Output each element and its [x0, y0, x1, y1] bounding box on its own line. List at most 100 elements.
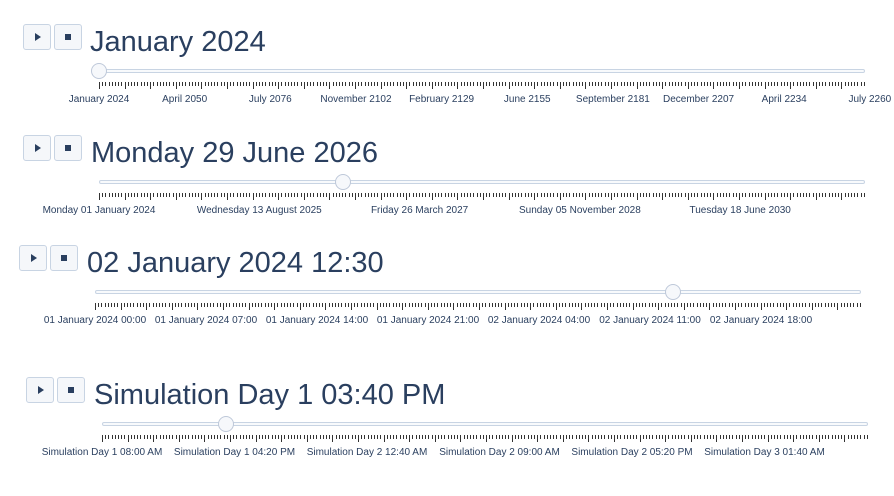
slider-tick	[617, 435, 619, 439]
slider-tick	[185, 82, 187, 86]
slider-tick	[655, 82, 657, 86]
slider-tick	[594, 303, 596, 307]
slider-tick	[697, 193, 699, 197]
slider-tick	[540, 435, 542, 439]
slider-tick	[808, 303, 810, 307]
slider-handle[interactable]	[665, 284, 682, 300]
slider-tick	[409, 193, 411, 197]
slider-tick	[806, 193, 808, 197]
slider-tick	[731, 303, 733, 307]
slider-tick	[172, 82, 174, 86]
slider-handle[interactable]	[91, 63, 107, 79]
slider-tick	[393, 193, 395, 197]
slider-tick	[559, 193, 561, 200]
slider-tick	[581, 303, 583, 310]
slider-rail[interactable]	[99, 69, 865, 73]
slider-tick	[796, 435, 798, 439]
slider-tick	[450, 303, 452, 307]
slider-tick	[694, 193, 696, 197]
slider-tick	[147, 193, 148, 197]
slider-tick	[470, 435, 471, 439]
slider-tick	[675, 193, 676, 197]
slider-tick	[143, 193, 145, 197]
slider-tick	[447, 193, 449, 197]
slider-tick	[626, 435, 628, 439]
slider-tick	[815, 82, 817, 89]
slider-rail[interactable]	[95, 290, 861, 294]
slider-tick	[485, 303, 487, 307]
slider-tick	[831, 193, 833, 197]
slider-tick	[438, 82, 440, 86]
slider-tick	[457, 435, 459, 439]
slider-tick	[719, 193, 721, 197]
play-button[interactable]	[23, 24, 51, 50]
slider-tick	[604, 435, 606, 439]
slider-tick	[716, 435, 718, 442]
slider-tick	[844, 435, 846, 442]
slider-tick	[262, 193, 264, 197]
slider-tick	[268, 435, 270, 439]
slider-rail[interactable]	[99, 180, 865, 184]
slider-tick	[748, 193, 750, 197]
play-button[interactable]	[23, 135, 51, 161]
slider-tick	[837, 303, 839, 310]
slider-tick	[303, 82, 305, 89]
slider-tick	[207, 82, 209, 86]
slider-tick	[475, 303, 477, 307]
play-button[interactable]	[19, 245, 47, 271]
slider-tick	[207, 435, 209, 439]
slider-tick	[690, 303, 692, 307]
slider-tick	[361, 435, 363, 439]
slider-tick	[652, 435, 654, 439]
slider-tick	[613, 303, 615, 307]
slider-tick	[316, 82, 318, 86]
slider-tick	[748, 82, 750, 86]
stop-button[interactable]	[54, 24, 82, 50]
slider-rail[interactable]	[102, 422, 868, 426]
tick-label: Sunday 05 November 2028	[519, 205, 641, 216]
slider-tick	[841, 435, 843, 439]
slider-tick	[639, 435, 641, 442]
slider-tick	[745, 193, 747, 197]
slider-tick	[309, 303, 311, 307]
slider-tick	[351, 193, 353, 197]
slider-tick	[851, 82, 852, 86]
slider-tick	[550, 82, 552, 86]
stop-button[interactable]	[57, 377, 85, 403]
slider-tick	[584, 303, 586, 307]
slider-tick	[633, 193, 635, 197]
slider-tick	[533, 303, 535, 307]
play-button[interactable]	[26, 377, 54, 403]
slider-tick	[182, 435, 183, 439]
slider-tick	[790, 82, 792, 89]
slider-handle[interactable]	[218, 416, 235, 432]
slider-tick	[517, 303, 519, 307]
slider-tick	[783, 82, 785, 86]
slider-tick	[683, 303, 685, 310]
slider-tick	[447, 82, 449, 86]
slider-tick	[451, 82, 452, 86]
slider-tick	[450, 435, 452, 439]
slider-tick	[543, 193, 545, 197]
slider-tick	[137, 82, 139, 86]
slider-tick	[118, 193, 120, 197]
slider-tick	[684, 193, 686, 197]
stop-button[interactable]	[54, 135, 82, 161]
slider-tick	[851, 193, 852, 197]
slider-handle[interactable]	[334, 174, 351, 190]
stop-button[interactable]	[50, 245, 78, 271]
slider-tick	[819, 82, 820, 86]
slider-tick	[518, 82, 520, 86]
slider-tick	[152, 303, 154, 307]
slider-tick	[710, 193, 712, 197]
slider-tick	[191, 193, 193, 197]
slider-tick	[767, 193, 769, 197]
slider-tick	[575, 435, 577, 439]
slider-tick	[780, 435, 782, 439]
slider-tick	[539, 303, 541, 307]
slider-tick	[425, 435, 427, 439]
slider-tick	[265, 193, 267, 197]
slider-tick	[395, 303, 397, 307]
slider-tick	[540, 82, 542, 86]
slider-tick	[281, 193, 283, 197]
